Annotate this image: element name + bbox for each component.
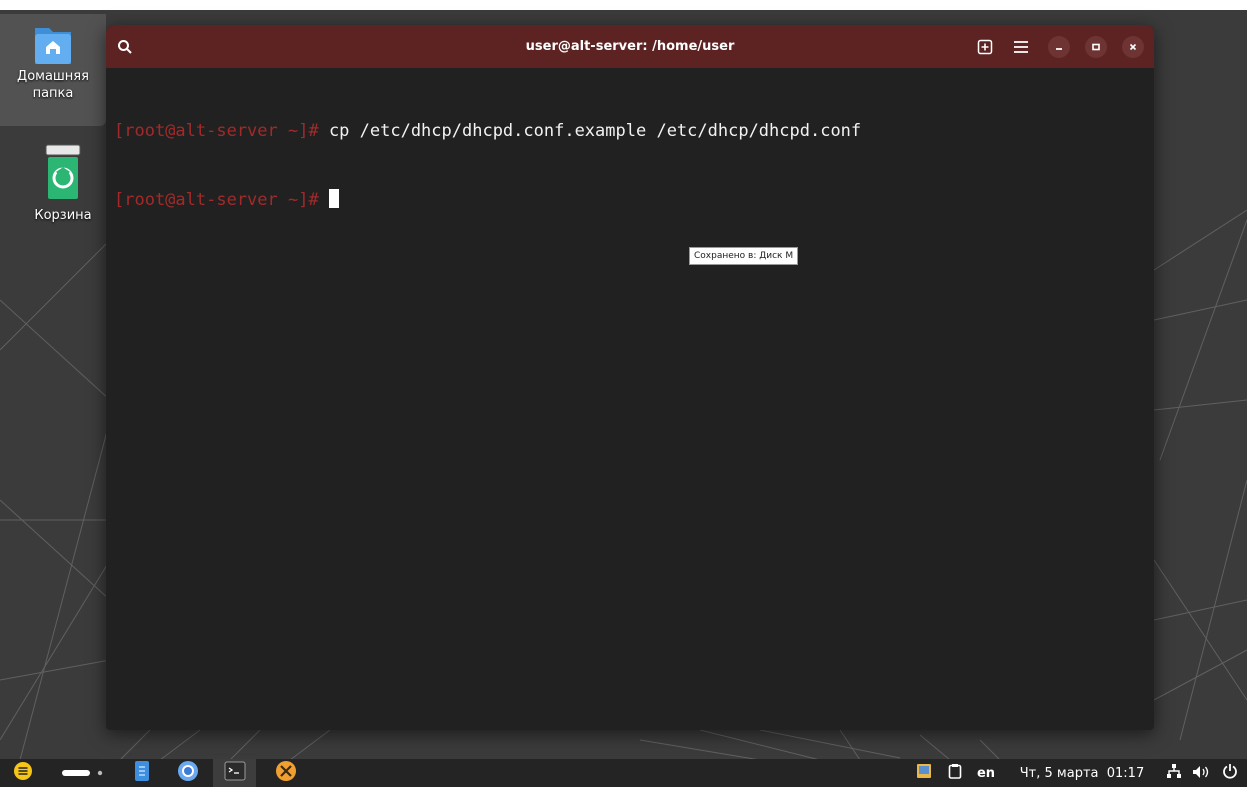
clipboard-icon [948,763,962,783]
terminal-window: user@alt-server: /home/user [root@alt-se… [106,25,1154,730]
text-cursor [328,189,339,208]
shell-prompt: [root@alt-server ~]# [114,190,329,210]
minimize-icon[interactable] [1048,36,1070,58]
close-icon[interactable] [1122,36,1144,58]
window-titlebar[interactable]: user@alt-server: /home/user [106,25,1154,68]
terminal-output[interactable]: [root@alt-server ~]# cp /etc/dhcp/dhcpd.… [106,68,1154,730]
files-icon [134,760,150,786]
clock-datetime[interactable]: Чт, 5 марта 01:17 [1012,759,1152,787]
terminal-line: [root@alt-server ~]# cp /etc/dhcp/dhcpd.… [114,120,1154,143]
clipboard-tray-button[interactable] [944,759,966,787]
shell-command: cp /etc/dhcp/dhcpd.conf.example /etc/dhc… [328,121,862,141]
settings-tools-app-button[interactable] [273,759,299,787]
taskbar: en Чт, 5 марта 01:17 [0,759,1247,787]
menu-icon[interactable] [1009,35,1033,59]
notes-icon [916,763,932,783]
shell-prompt: [root@alt-server ~]# [114,121,329,141]
terminal-line: [root@alt-server ~]# [114,189,1154,212]
trash-icon [43,143,83,201]
settings-tools-icon [275,760,297,786]
files-app-button[interactable] [130,759,154,787]
trash-label: Корзина [34,208,92,223]
home-folder-label-line1: Домашняя [17,69,89,84]
menu-icon [13,761,33,785]
chromium-icon [177,760,199,786]
workspace-indicator[interactable] [58,759,108,787]
power-icon [1222,763,1238,783]
saved-tooltip: Сохранено в: Диск M [689,247,799,265]
network-tray-button[interactable] [1163,759,1185,787]
terminal-icon [224,761,246,785]
terminal-app-button[interactable] [213,759,256,787]
home-folder-icon [33,22,73,68]
network-icon [1166,763,1182,783]
volume-tray-button[interactable] [1190,759,1212,787]
chromium-app-button[interactable] [174,759,202,787]
app-menu-button[interactable] [10,759,36,787]
maximize-icon[interactable] [1085,36,1107,58]
desktop-icon-home-folder[interactable]: Домашняя папка [0,14,106,126]
power-tray-button[interactable] [1219,759,1241,787]
top-panel-strip [0,0,1247,10]
desktop-icon-trash[interactable]: Корзина [10,143,116,224]
home-folder-label-line2: папка [32,86,74,101]
new-tab-icon[interactable] [973,35,997,59]
keyboard-layout-indicator[interactable]: en [972,759,1000,787]
volume-icon [1192,764,1210,783]
notes-tray-button[interactable] [913,759,935,787]
